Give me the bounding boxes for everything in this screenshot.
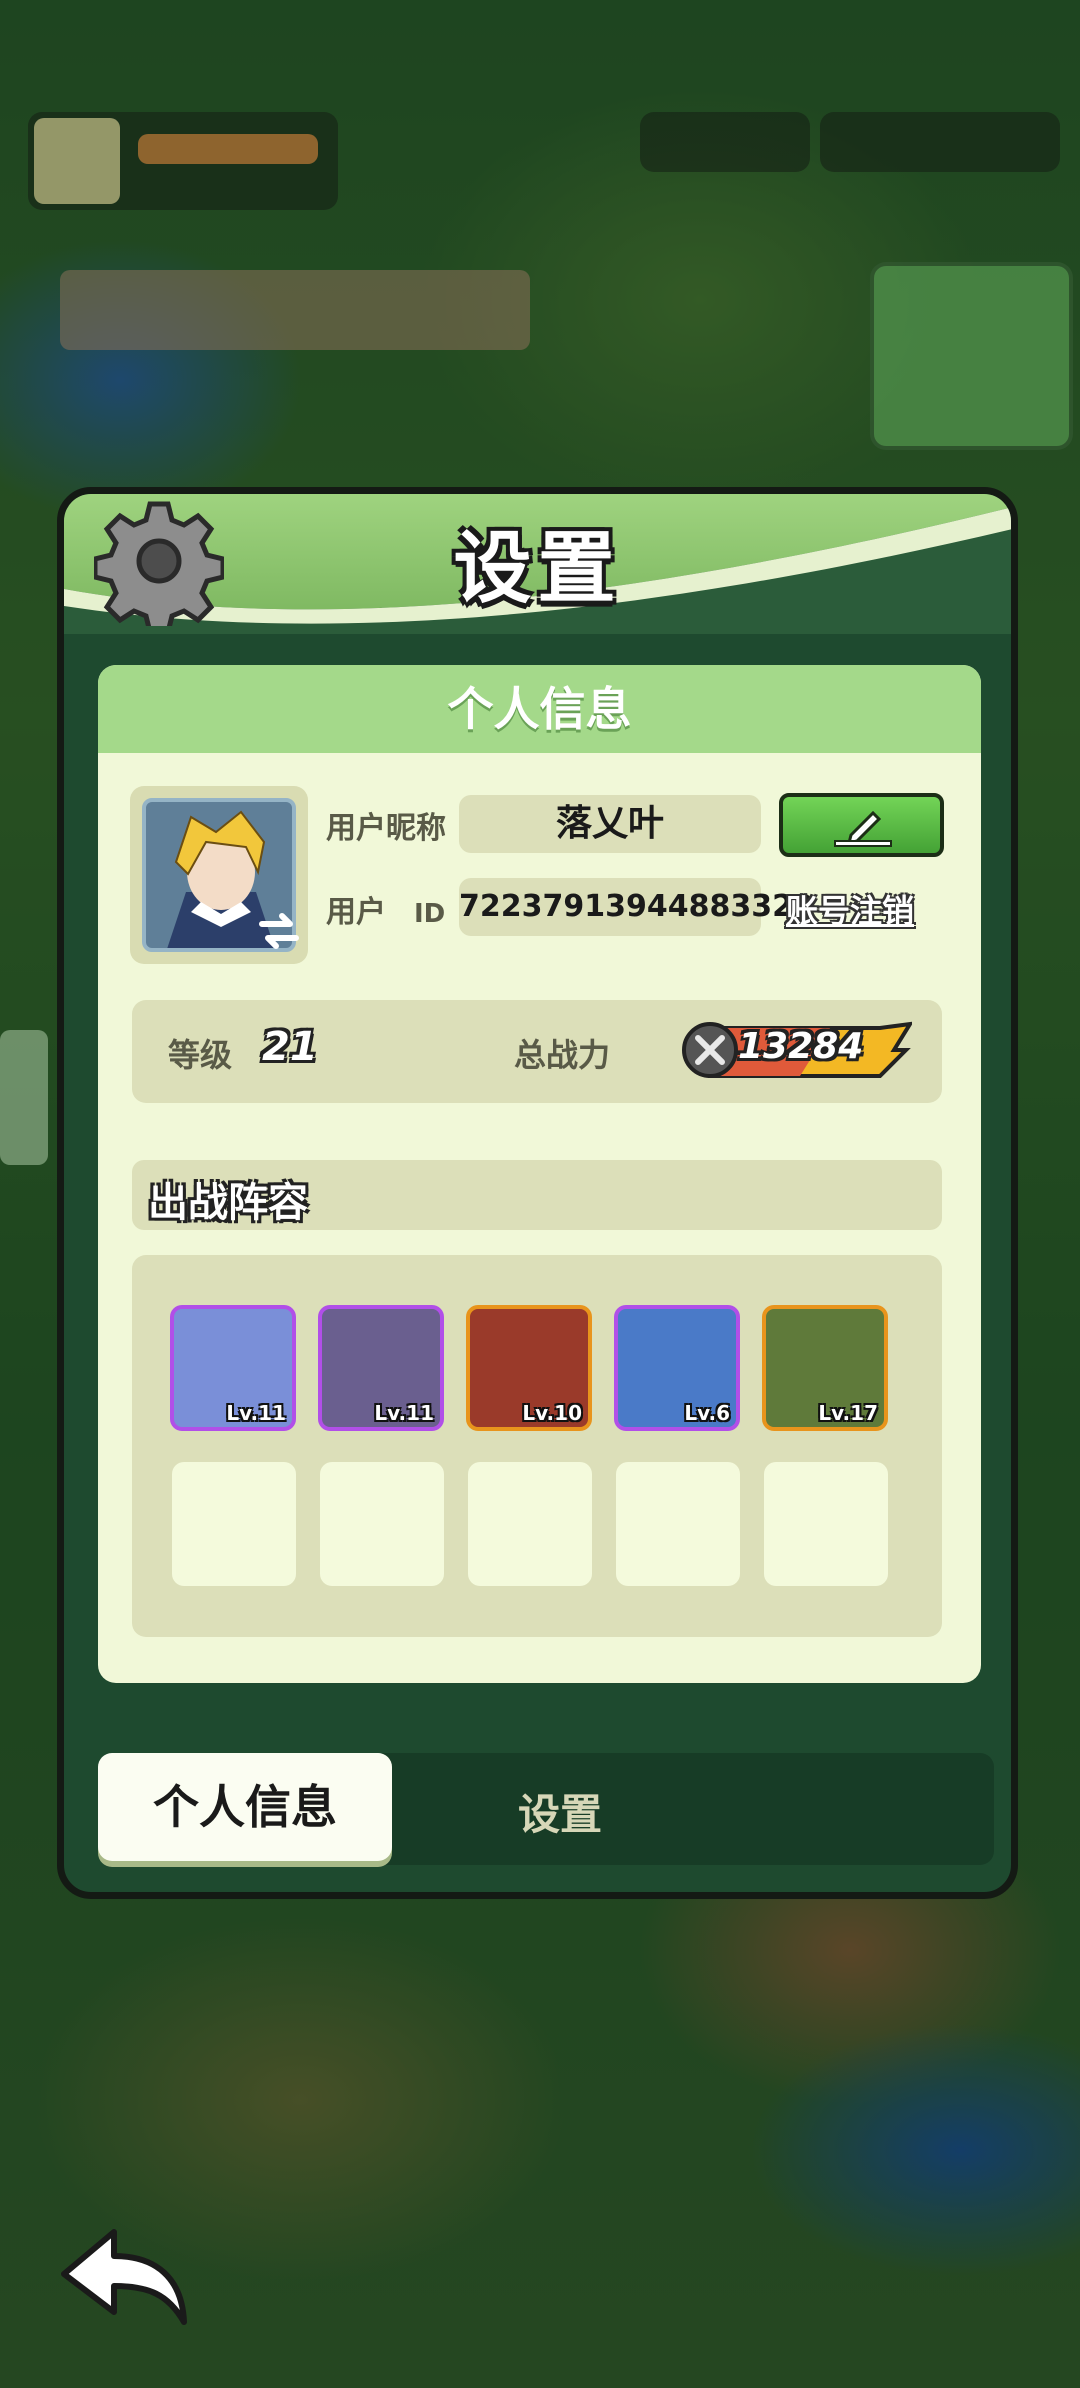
user-id-label: 用户 ID xyxy=(326,895,446,930)
hero-slot-1[interactable]: Lv.11 xyxy=(170,1305,296,1431)
player-hud xyxy=(28,112,338,210)
empty-slot[interactable] xyxy=(468,1462,592,1586)
swap-icon[interactable] xyxy=(256,908,302,954)
tab-settings[interactable]: 设置 xyxy=(518,1781,602,1842)
pencil-icon xyxy=(834,810,892,847)
tab-bar: 个人信息 设置 xyxy=(98,1753,994,1865)
hero-slot-2[interactable]: Lv.11 xyxy=(318,1305,444,1431)
nickname-field: 落乂叶 xyxy=(459,795,761,853)
side-button xyxy=(0,1030,48,1165)
resource-counter xyxy=(640,112,810,172)
edit-nickname-button[interactable] xyxy=(779,793,944,857)
hero-slot-3[interactable]: Lv.10 xyxy=(466,1305,592,1431)
lineup-title: 出战阵容 xyxy=(148,1180,308,1226)
personal-info-card: 个人信息 用户昵称 落乂叶 用户 ID 72237913944883329 账号… xyxy=(98,665,981,1683)
power-value: 13284 xyxy=(738,1026,864,1067)
level-value: 21 xyxy=(262,1024,318,1070)
hero-slot-5[interactable]: Lv.17 xyxy=(762,1305,888,1431)
minimap xyxy=(870,262,1073,450)
quick-icons xyxy=(60,270,530,350)
power-label: 总战力 xyxy=(514,1036,611,1074)
back-arrow-icon[interactable] xyxy=(56,2222,196,2332)
account-deactivate-link[interactable]: 账号注销 xyxy=(786,886,914,932)
resource-counter xyxy=(820,112,1060,172)
lineup-grid: Lv.11 Lv.11 Lv.10 Lv.6 Lv.17 xyxy=(132,1255,942,1637)
empty-slot[interactable] xyxy=(320,1462,444,1586)
user-id-field: 72237913944883329 xyxy=(459,878,814,936)
power-badge: 13284 xyxy=(680,1020,914,1080)
tab-personal-info[interactable]: 个人信息 xyxy=(98,1753,392,1861)
lineup-header: 出战阵容 xyxy=(132,1160,942,1230)
level-label: 等级 xyxy=(168,1036,233,1074)
empty-slot[interactable] xyxy=(616,1462,740,1586)
nickname-label: 用户昵称 xyxy=(326,811,446,846)
empty-slot[interactable] xyxy=(764,1462,888,1586)
stats-row: 等级 21 总战力 13284 xyxy=(132,1000,942,1103)
avatar[interactable] xyxy=(130,786,308,964)
panel-title: 设置 xyxy=(453,524,622,614)
hero-slot-4[interactable]: Lv.6 xyxy=(614,1305,740,1431)
settings-panel: 设置 个人信息 用户昵称 落乂叶 用户 ID 72237913944883329… xyxy=(57,487,1018,1899)
empty-slot[interactable] xyxy=(172,1462,296,1586)
section-title: 个人信息 xyxy=(98,665,981,753)
